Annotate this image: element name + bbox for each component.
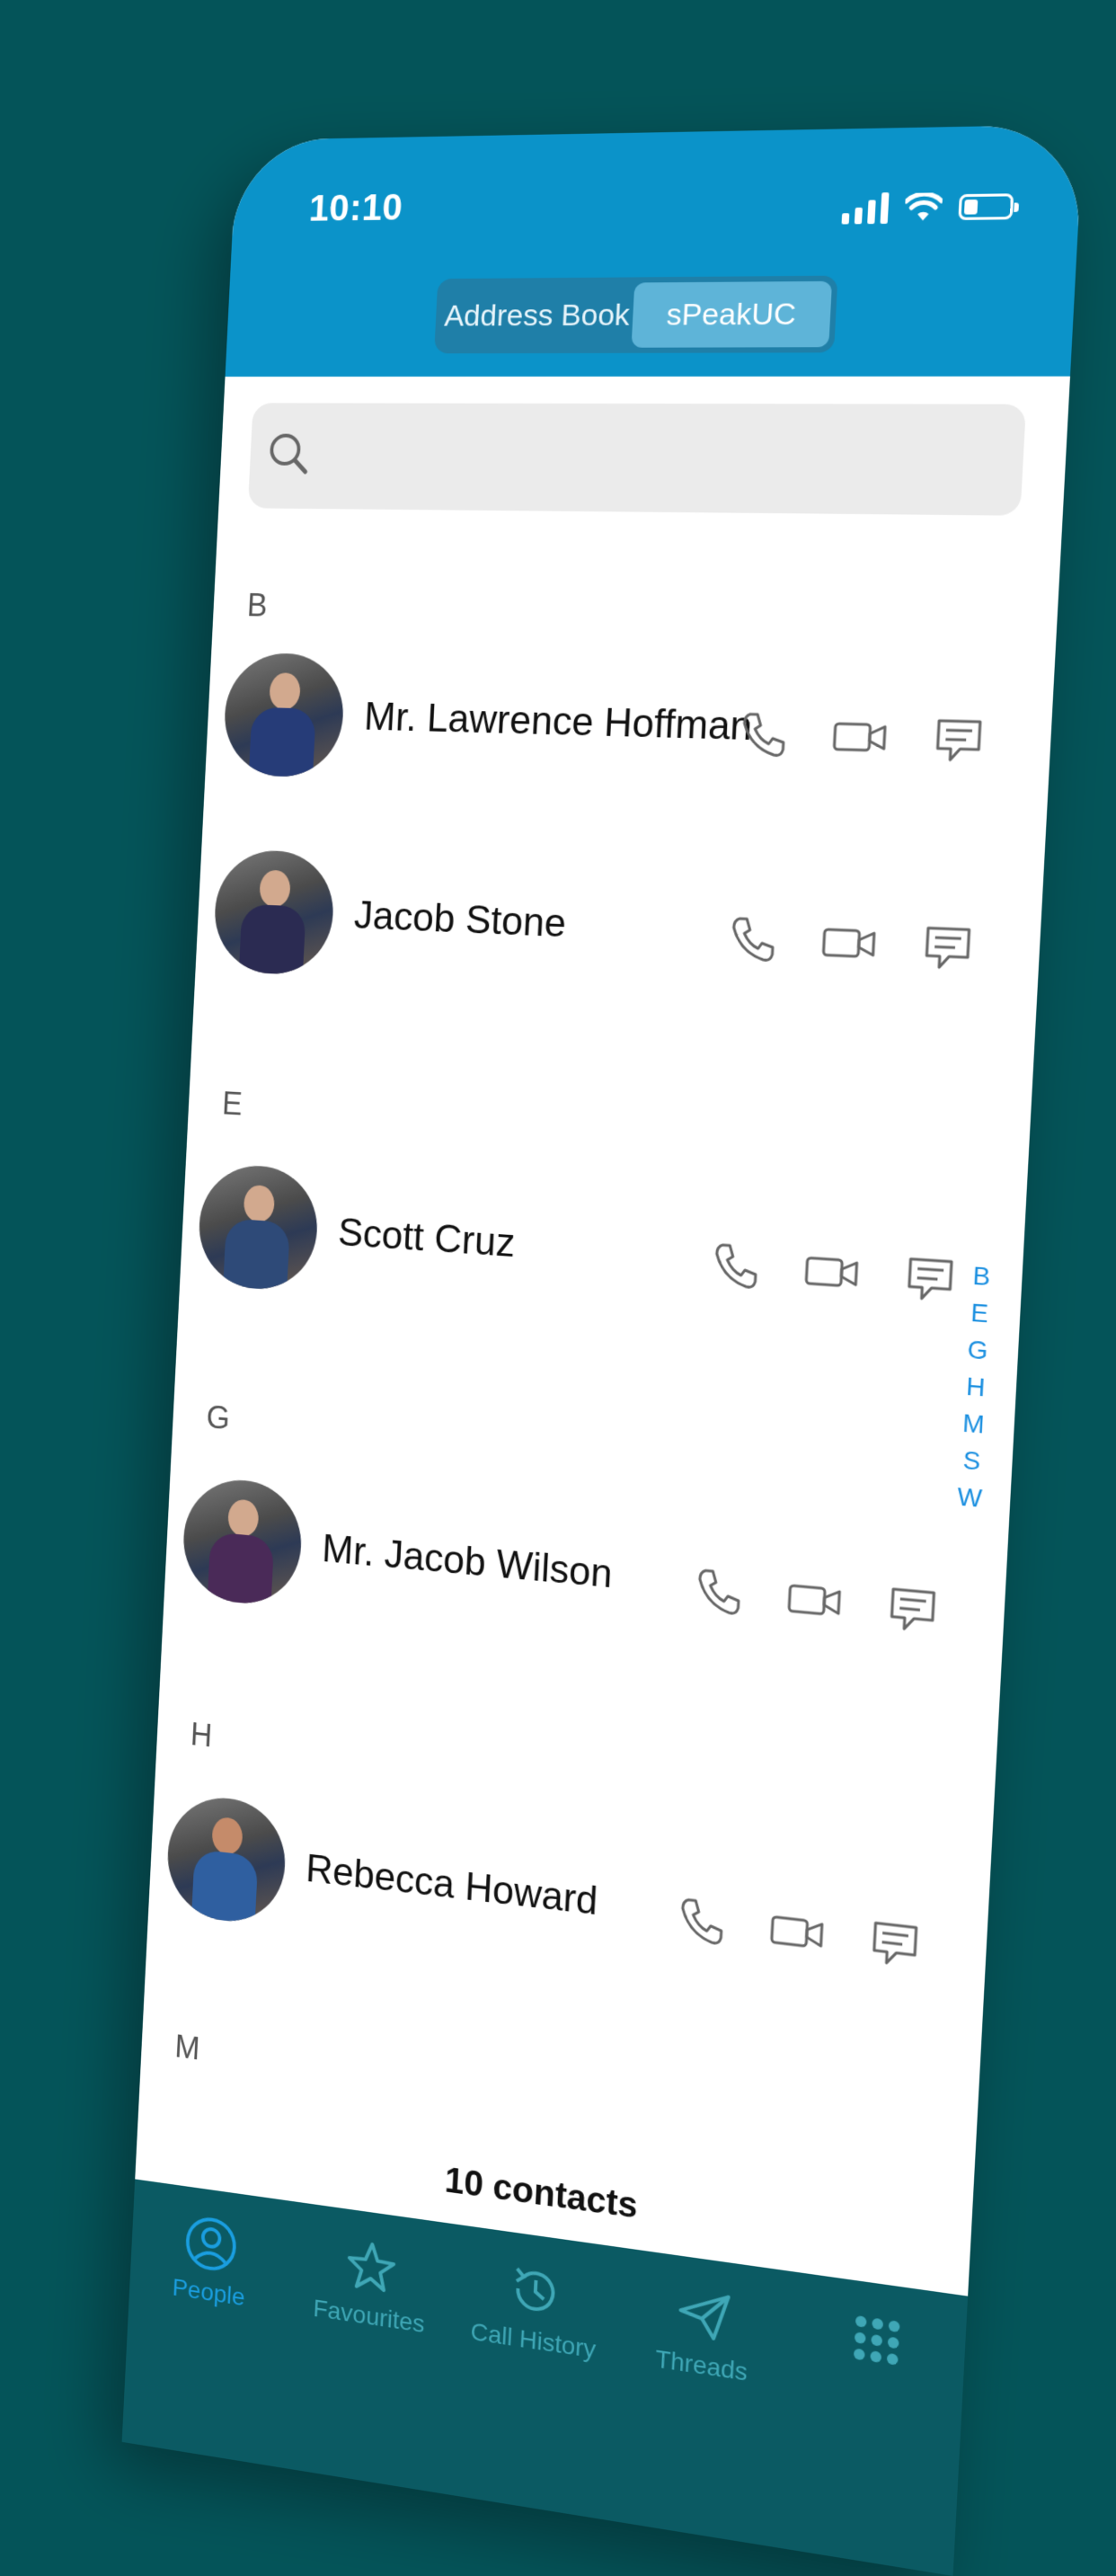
avatar <box>221 652 347 778</box>
contact-row[interactable]: Jacob Stone <box>212 840 997 1016</box>
phone-icon[interactable] <box>735 708 788 760</box>
tab-more[interactable] <box>783 2299 961 2575</box>
message-icon[interactable] <box>903 1251 958 1306</box>
video-call-icon[interactable] <box>819 917 879 971</box>
video-call-icon[interactable] <box>802 1245 861 1300</box>
contact-row[interactable]: Mr. Lawrence Hoffman <box>221 644 1008 807</box>
index-letter[interactable]: G <box>967 1334 989 1367</box>
contact-name: Mr. Lawrence Hoffman <box>363 695 754 750</box>
app-header: 10:10 Address Book sPeakUC <box>225 124 1084 378</box>
section-header-e: E <box>221 1085 244 1123</box>
contact-name: Scott Cruz <box>337 1210 517 1266</box>
section-header-m: M <box>173 2028 201 2067</box>
search-icon <box>262 428 315 481</box>
contact-name: Jacob Stone <box>352 893 568 946</box>
index-letter[interactable]: M <box>962 1408 986 1441</box>
background: 10:10 Address Book sPeakUC B Mr. Lawrenc… <box>0 0 1116 2576</box>
person-circle-icon <box>183 2212 239 2275</box>
contact-actions <box>674 1893 923 1972</box>
contact-name: Mr. Jacob Wilson <box>321 1526 614 1597</box>
contact-name: Rebecca Howard <box>305 1846 599 1924</box>
contact-actions <box>735 708 986 766</box>
star-icon <box>342 2235 400 2299</box>
battery-icon <box>958 193 1014 220</box>
message-icon[interactable] <box>885 1581 940 1637</box>
tab-label: Threads <box>654 2344 748 2386</box>
video-call-icon[interactable] <box>784 1572 844 1628</box>
tab-speakuc[interactable]: sPeakUC <box>631 280 833 348</box>
contact-row[interactable]: Rebecca Howard <box>164 1783 943 2014</box>
source-segmented-control: Address Book sPeakUC <box>434 275 838 354</box>
section-header-h: H <box>190 1716 214 1754</box>
avatar <box>196 1162 321 1293</box>
phone-icon[interactable] <box>691 1564 744 1619</box>
contact-row[interactable]: Scott Cruz <box>196 1154 979 1348</box>
history-icon <box>506 2259 565 2323</box>
tab-people[interactable]: People <box>126 2206 288 2467</box>
tab-threads[interactable]: Threads <box>612 2275 786 2547</box>
index-letter[interactable]: W <box>957 1481 983 1515</box>
message-icon[interactable] <box>868 1915 923 1973</box>
paper-plane-icon <box>674 2282 734 2348</box>
status-icons <box>841 191 1014 225</box>
index-letter[interactable]: B <box>972 1260 991 1292</box>
message-icon[interactable] <box>931 714 986 767</box>
avatar <box>181 1475 305 1609</box>
contact-row[interactable]: Mr. Jacob Wilson <box>181 1467 961 1680</box>
tab-favourites[interactable]: Favourites <box>284 2228 450 2492</box>
video-call-icon[interactable] <box>830 711 890 764</box>
contact-actions <box>691 1564 940 1638</box>
video-call-icon[interactable] <box>767 1904 827 1961</box>
contact-actions <box>725 912 976 973</box>
section-header-b: B <box>246 587 269 624</box>
tab-label: Favourites <box>312 2294 426 2339</box>
grid-icon <box>853 2314 900 2366</box>
index-letter[interactable]: E <box>970 1297 989 1329</box>
tab-address-book[interactable]: Address Book <box>439 282 634 348</box>
tab-label: Call History <box>469 2317 597 2364</box>
tab-label: People <box>172 2273 246 2312</box>
wifi-icon <box>904 192 943 221</box>
message-icon[interactable] <box>920 920 975 974</box>
phone-screen: 10:10 Address Book sPeakUC B Mr. Lawrenc… <box>121 124 1084 2576</box>
tab-call-history[interactable]: Call History <box>446 2252 616 2519</box>
phone-icon[interactable] <box>725 912 778 965</box>
avatar <box>212 848 336 977</box>
contact-actions <box>708 1239 958 1306</box>
phone-icon[interactable] <box>708 1239 761 1292</box>
section-header-g: G <box>205 1399 231 1437</box>
status-time: 10:10 <box>307 185 404 229</box>
index-letter[interactable]: H <box>965 1371 986 1403</box>
index-letter[interactable]: S <box>962 1444 981 1477</box>
search-input[interactable] <box>247 403 1027 516</box>
avatar <box>164 1791 288 1928</box>
cellular-signal-icon <box>841 192 890 225</box>
phone-icon[interactable] <box>674 1893 727 1950</box>
